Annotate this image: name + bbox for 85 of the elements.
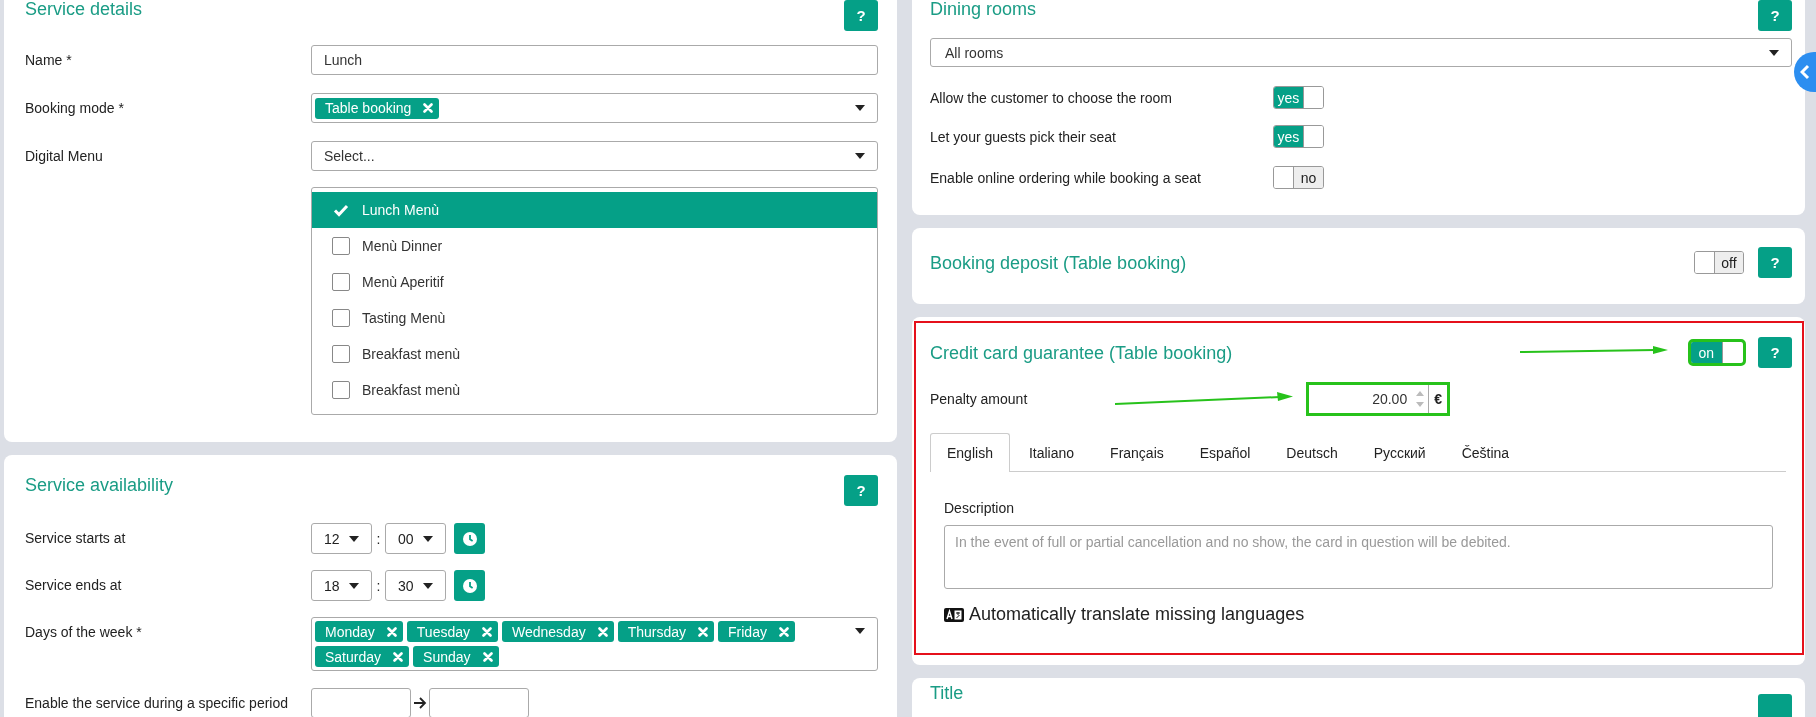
tag-label: Tuesday: [416, 623, 470, 640]
tag-label: Thursday: [627, 623, 687, 640]
currency-label: €: [1428, 385, 1447, 413]
toggle-label: Allow the customer to choose the room: [930, 89, 1173, 106]
tag-label: Wednesday: [512, 623, 586, 640]
language-tab[interactable]: Français: [1093, 433, 1181, 472]
time-separator: :: [375, 530, 382, 547]
field-label: Days of the week *: [25, 623, 143, 640]
remove-icon[interactable]: [778, 626, 789, 637]
field-label: Enable the service during a specific period: [25, 694, 290, 711]
tag-label: Saturday: [325, 648, 382, 665]
field-label: Name *: [25, 51, 73, 68]
language-tab[interactable]: Italiano: [1011, 433, 1092, 472]
caret-icon[interactable]: [423, 535, 433, 542]
menu-option[interactable]: Menù Aperitif: [312, 264, 877, 300]
chevron-left-icon[interactable]: [1800, 64, 1810, 80]
digital-menu-select[interactable]: Select...: [311, 141, 878, 171]
caret-icon[interactable]: [855, 628, 865, 634]
language-tab[interactable]: Español: [1182, 433, 1268, 472]
remove-icon[interactable]: [482, 651, 493, 662]
menu-option[interactable]: Tasting Menù: [312, 300, 877, 336]
start-date-field[interactable]: [311, 688, 411, 717]
minute-select[interactable]: 30: [385, 570, 446, 601]
section-title: Title: [930, 682, 964, 704]
toggle-switch[interactable]: off: [1694, 251, 1744, 274]
menu-option[interactable]: Breakfast menù: [312, 372, 877, 408]
section-title: Service details: [25, 0, 143, 20]
hour-select[interactable]: 18: [311, 570, 372, 601]
tag-label: Monday: [325, 623, 375, 640]
clock-button[interactable]: [454, 570, 485, 601]
caret-icon[interactable]: [423, 582, 433, 589]
field-label: Service starts at: [25, 529, 127, 546]
toggle-switch[interactable]: no: [1273, 166, 1324, 189]
menu-option[interactable]: Menù Dinner: [312, 228, 877, 264]
language-tab[interactable]: Čeština: [1444, 433, 1527, 472]
tag-label: Friday: [728, 623, 767, 640]
remove-icon[interactable]: [423, 103, 434, 113]
checkbox[interactable]: [332, 273, 350, 291]
section-title: Service availability: [25, 474, 174, 496]
description-field[interactable]: In the event of full or partial cancellation and no show, the card in question will be debited.: [944, 525, 1773, 589]
remove-icon[interactable]: [482, 626, 492, 637]
section-title: Dining rooms: [930, 0, 1037, 20]
clock-icon: [462, 531, 477, 546]
caret-icon[interactable]: [1769, 49, 1779, 56]
end-date-field[interactable]: [429, 688, 529, 717]
menu-option[interactable]: Breakfast menù: [312, 336, 877, 372]
language-tab[interactable]: English: [930, 433, 1010, 472]
checkbox[interactable]: [332, 381, 350, 399]
caret-icon[interactable]: [349, 582, 359, 589]
caret-icon[interactable]: [855, 105, 865, 111]
section-title: Credit card guarantee (Table booking): [930, 341, 1233, 364]
toggle-label: Enable online ordering while booking a seat: [930, 169, 1202, 186]
tag-label: Sunday: [423, 648, 471, 665]
rooms-select[interactable]: All rooms: [930, 38, 1792, 67]
field-label: Description: [944, 500, 1016, 516]
checkbox[interactable]: [332, 237, 350, 255]
clock-icon: [462, 578, 477, 593]
select-placeholder: Select...: [324, 148, 375, 164]
minute-select[interactable]: 00: [385, 523, 446, 554]
checkbox[interactable]: [332, 309, 350, 327]
remove-icon[interactable]: [597, 626, 608, 637]
remove-icon[interactable]: [386, 626, 397, 637]
tag-label: Table booking: [325, 100, 412, 116]
time-separator: :: [375, 577, 382, 594]
language-tab[interactable]: Русский: [1356, 433, 1443, 472]
field-label: Penalty amount: [930, 391, 1028, 407]
hour-select[interactable]: 12: [311, 523, 372, 554]
select-value: All rooms: [945, 44, 1004, 61]
language-tab[interactable]: Deutsch: [1269, 433, 1355, 472]
toggle-label: Let your guests pick their seat: [930, 128, 1117, 145]
translate-icon: [944, 607, 964, 622]
name-field[interactable]: Lunch: [311, 45, 878, 75]
auto-translate-link[interactable]: Automatically translate missing languages: [969, 604, 1305, 625]
remove-icon[interactable]: [698, 626, 709, 637]
checkbox[interactable]: [332, 345, 350, 363]
field-label: Digital Menu: [25, 147, 104, 164]
penalty-amount-field[interactable]: 20.00 €: [1308, 384, 1448, 414]
field-label: Service ends at: [25, 576, 123, 593]
field-label: Booking mode *: [25, 99, 125, 116]
caret-icon[interactable]: [349, 535, 359, 542]
caret-icon[interactable]: [855, 153, 865, 159]
arrow-right-icon: [413, 697, 427, 709]
clock-button[interactable]: [454, 523, 485, 554]
section-title: Booking deposit (Table booking): [930, 251, 1187, 274]
remove-icon[interactable]: [393, 651, 404, 662]
